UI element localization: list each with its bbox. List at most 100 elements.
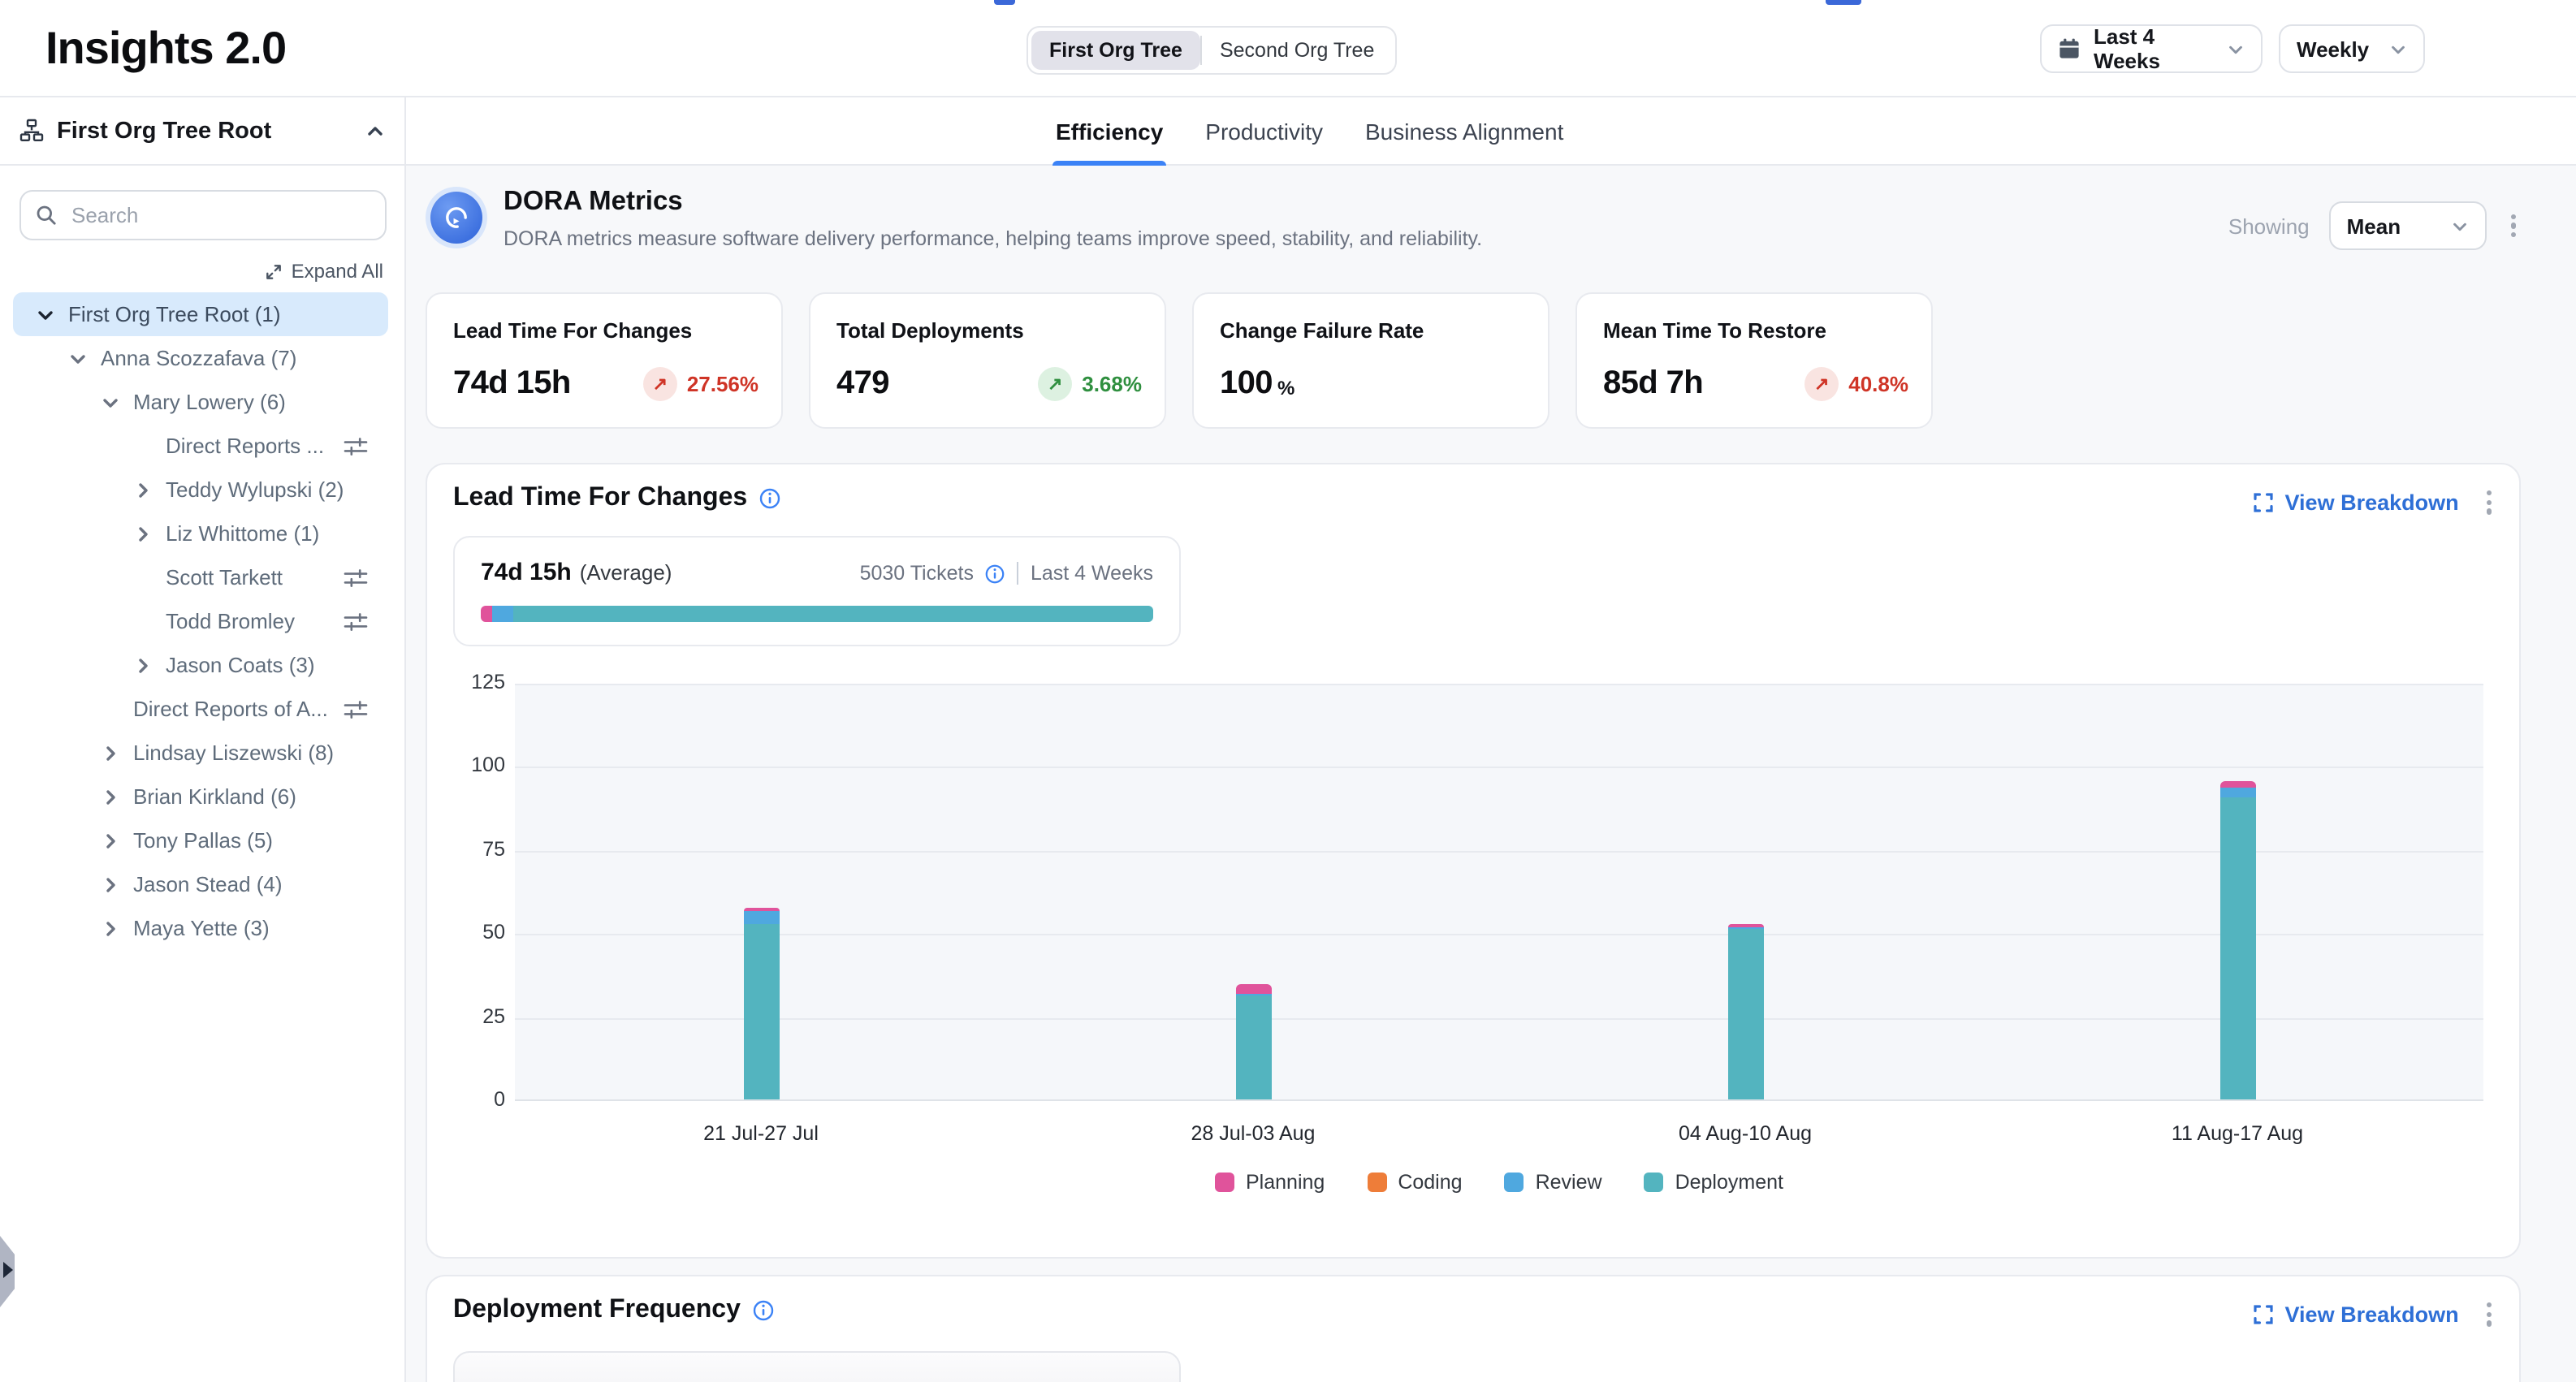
showing-control: Showing Mean	[2228, 201, 2521, 250]
bar-segment-planning[interactable]	[1235, 984, 1271, 994]
tree-item-label: Teddy Wylupski (2)	[166, 477, 344, 502]
trend-up-icon: ↗	[1038, 367, 1072, 401]
kebab-menu-icon[interactable]	[2482, 1298, 2496, 1331]
chevron-right-icon[interactable]	[101, 787, 120, 806]
legend-item-deployment[interactable]: Deployment	[1645, 1171, 1783, 1194]
legend-item-planning[interactable]: Planning	[1215, 1171, 1325, 1194]
metric-card-mean-time-to-restore[interactable]: Mean Time To Restore85d 7h↗40.8%	[1575, 292, 1933, 429]
stacked-bar-04-aug-10-aug[interactable]	[1727, 923, 1763, 1099]
metric-value: 85d 7h	[1603, 365, 1703, 403]
search-input[interactable]	[68, 201, 370, 229]
bar-segment-review[interactable]	[743, 911, 779, 924]
metric-card-change-failure-rate[interactable]: Change Failure Rate100%	[1192, 292, 1549, 429]
bar-segment-review[interactable]	[2219, 788, 2255, 797]
chevron-down-icon[interactable]	[68, 348, 88, 368]
legend-item-coding[interactable]: Coding	[1367, 1171, 1462, 1194]
tree-item-label: Todd Bromley	[166, 609, 295, 633]
tree-item-label: Tony Pallas (5)	[133, 828, 273, 853]
phase-distribution-bar	[481, 606, 1153, 622]
toggle-second-org-tree[interactable]: Second Org Tree	[1202, 31, 1392, 70]
sidebar-header[interactable]: First Org Tree Root	[0, 97, 404, 166]
tree-item-direct-reports[interactable]: Direct Reports ...	[0, 424, 404, 468]
chevron-down-icon[interactable]	[101, 392, 120, 412]
tree-item-lindsay-liszewski-8[interactable]: Lindsay Liszewski (8)	[0, 731, 404, 775]
legend-label: Coding	[1398, 1171, 1462, 1194]
tree-item-first-org-tree-root-1[interactable]: First Org Tree Root (1)	[0, 292, 404, 336]
filter-icon[interactable]	[343, 434, 369, 457]
filter-icon[interactable]	[343, 566, 369, 589]
bar-segment-deployment[interactable]	[743, 924, 779, 1099]
expand-corners-icon	[2253, 492, 2274, 513]
tree-item-label: Brian Kirkland (6)	[133, 784, 296, 809]
view-breakdown-label: View Breakdown	[2285, 490, 2459, 515]
chevron-right-icon[interactable]	[133, 524, 153, 543]
lead-time-summary-card: 74d 15h (Average) 5030 Tickets Last 4 We…	[453, 536, 1181, 646]
browser-artifact	[994, 0, 1015, 5]
kebab-menu-icon[interactable]	[2482, 486, 2496, 519]
metric-card-total-deployments[interactable]: Total Deployments479↗3.68%	[809, 292, 1166, 429]
showing-select[interactable]: Mean	[2329, 201, 2487, 250]
chevron-down-icon[interactable]	[36, 304, 55, 324]
chevron-up-icon[interactable]	[365, 121, 385, 140]
info-icon[interactable]	[752, 1299, 775, 1322]
tree-item-mary-lowery-6[interactable]: Mary Lowery (6)	[0, 380, 404, 424]
kebab-menu-icon[interactable]	[2506, 209, 2521, 242]
stacked-bar-11-aug-17-aug[interactable]	[2219, 780, 2255, 1099]
chevron-right-icon[interactable]	[101, 831, 120, 850]
expand-all-button[interactable]: Expand All	[266, 260, 383, 283]
toggle-first-org-tree[interactable]: First Org Tree	[1031, 31, 1200, 70]
granularity-select[interactable]: Weekly	[2279, 24, 2425, 73]
tab-productivity[interactable]: Productivity	[1205, 97, 1323, 166]
tree-item-anna-scozzafava-7[interactable]: Anna Scozzafava (7)	[0, 336, 404, 380]
calendar-icon	[2058, 37, 2081, 60]
stacked-bar-28-jul-03-aug[interactable]	[1235, 984, 1271, 1099]
tree-item-scott-tarkett[interactable]: Scott Tarkett	[0, 555, 404, 599]
metric-title: Mean Time To Restore	[1603, 318, 1905, 343]
tree-item-jason-coats-3[interactable]: Jason Coats (3)	[0, 643, 404, 687]
tree-item-label: Mary Lowery (6)	[133, 390, 286, 414]
legend-swatch	[1505, 1173, 1524, 1192]
chevron-right-icon[interactable]	[133, 655, 153, 675]
chevron-down-icon	[2389, 40, 2407, 58]
tree-item-tony-pallas-5[interactable]: Tony Pallas (5)	[0, 818, 404, 862]
tree-item-label: Scott Tarkett	[166, 565, 283, 590]
filter-icon[interactable]	[343, 697, 369, 720]
view-breakdown-button[interactable]: View Breakdown	[2253, 1302, 2459, 1327]
metric-card-lead-time-for-changes[interactable]: Lead Time For Changes74d 15h↗27.56%	[426, 292, 783, 429]
distribution-segment-planning	[481, 606, 491, 622]
legend-item-review[interactable]: Review	[1505, 1171, 1602, 1194]
bar-segment-deployment[interactable]	[1727, 929, 1763, 1099]
chevron-right-icon[interactable]	[101, 743, 120, 762]
bar-segment-deployment[interactable]	[1235, 996, 1271, 1099]
tree-item-maya-yette-3[interactable]: Maya Yette (3)	[0, 906, 404, 950]
filter-icon[interactable]	[343, 610, 369, 633]
info-icon[interactable]	[985, 563, 1006, 584]
chevron-right-icon[interactable]	[101, 875, 120, 894]
tree-item-direct-reports-of-a[interactable]: Direct Reports of A...	[0, 687, 404, 731]
tab-efficiency[interactable]: Efficiency	[1056, 97, 1163, 166]
tree-item-teddy-wylupski-2[interactable]: Teddy Wylupski (2)	[0, 468, 404, 512]
tab-business-alignment[interactable]: Business Alignment	[1365, 97, 1563, 166]
tree-item-brian-kirkland-6[interactable]: Brian Kirkland (6)	[0, 775, 404, 818]
search-box	[19, 190, 387, 240]
deployment-frequency-section: Deployment Frequency View Breakdown	[426, 1275, 2521, 1382]
chart-band-11-aug-17-aug	[1991, 684, 2483, 1099]
x-axis-label: 21 Jul-27 Jul	[515, 1122, 1007, 1145]
tree-item-label: First Org Tree Root (1)	[68, 302, 281, 326]
tree-item-jason-stead-4[interactable]: Jason Stead (4)	[0, 862, 404, 906]
chart-x-axis-labels: 21 Jul-27 Jul28 Jul-03 Aug04 Aug-10 Aug1…	[515, 1122, 2483, 1145]
view-breakdown-button[interactable]: View Breakdown	[2253, 490, 2459, 515]
date-range-select[interactable]: Last 4 Weeks	[2040, 24, 2263, 73]
chevron-right-icon[interactable]	[133, 480, 153, 499]
x-axis-label: 28 Jul-03 Aug	[1007, 1122, 1499, 1145]
distribution-segment-deployment	[514, 606, 1153, 622]
dora-section-subtitle: DORA metrics measure software delivery p…	[504, 227, 1482, 250]
bar-segment-deployment[interactable]	[2219, 797, 2255, 1099]
tree-item-liz-whittome-1[interactable]: Liz Whittome (1)	[0, 512, 404, 555]
lead-time-section: Lead Time For Changes View Breakdown	[426, 463, 2521, 1259]
info-icon[interactable]	[759, 487, 781, 510]
stacked-bar-21-jul-27-jul[interactable]	[743, 908, 779, 1099]
tree-item-todd-bromley[interactable]: Todd Bromley	[0, 599, 404, 643]
bar-segment-planning[interactable]	[2219, 780, 2255, 787]
chevron-right-icon[interactable]	[101, 918, 120, 938]
